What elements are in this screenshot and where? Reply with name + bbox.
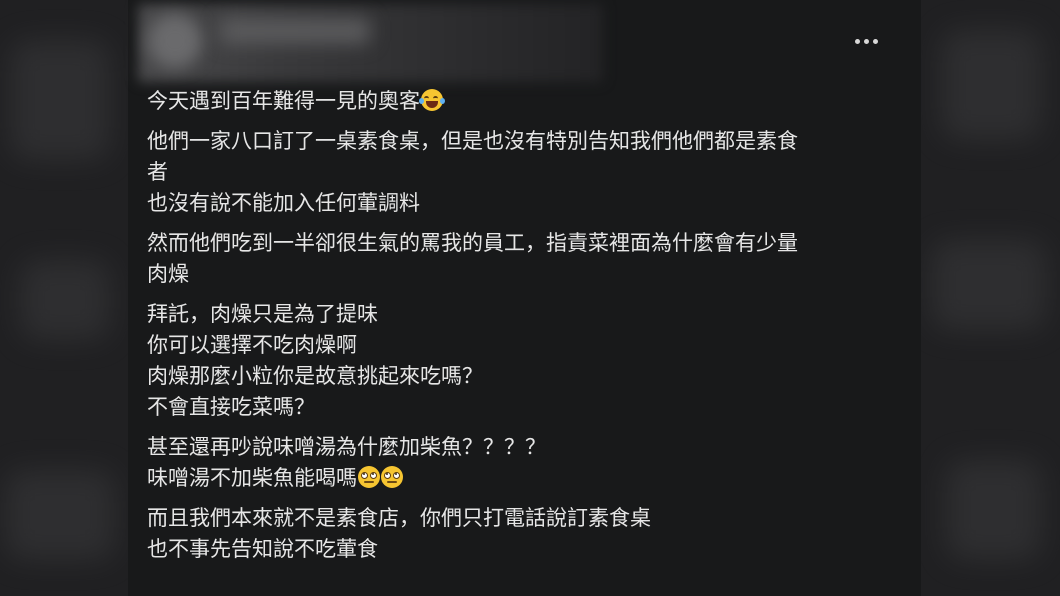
post-text: 不會直接吃菜嗎？	[147, 395, 315, 419]
avatar[interactable]	[148, 14, 202, 68]
post-text-line: 者	[147, 157, 907, 188]
post-text-line: 也不事先告知說不吃葷食	[147, 534, 907, 565]
post-text-line: 拜託，肉燥只是為了提味	[147, 299, 907, 330]
post-header-redacted	[138, 4, 603, 82]
eye-roll-emoji	[381, 466, 403, 488]
post-text-line: 不會直接吃菜嗎？	[147, 392, 907, 423]
blurred-right-panel	[921, 0, 1060, 596]
author-name-redacted[interactable]	[220, 18, 370, 44]
more-options-button[interactable]	[840, 27, 892, 55]
post-text: 肉燥	[147, 262, 189, 286]
post-text: 甚至還再吵說味噌湯為什麼加柴魚？？？？	[147, 435, 546, 459]
post-text-line: 也沒有說不能加入任何葷調料	[147, 188, 907, 219]
eye-roll-emoji	[358, 466, 380, 488]
post-paragraph: 拜託，肉燥只是為了提味 你可以選擇不吃肉燥啊肉燥那麼小粒你是故意挑起來吃嗎？ 不會直…	[147, 299, 907, 423]
post-paragraph: 然而他們吃到一半卻很生氣的罵我的員工，指責菜裡面為什麼會有少量 肉燥	[147, 228, 907, 290]
post-text-line: 而且我們本來就不是素食店，你們只打電話說訂素食桌	[147, 503, 907, 534]
post-text: 今天遇到百年難得一見的奧客	[147, 89, 420, 113]
post-text: 也不事先告知說不吃葷食	[147, 537, 378, 561]
post-text-line: 甚至還再吵說味噌湯為什麼加柴魚？？？？	[147, 432, 907, 463]
post-text-line: 肉燥	[147, 259, 907, 290]
post-text: 者	[147, 160, 168, 184]
post-text-line: 今天遇到百年難得一見的奧客	[147, 86, 907, 117]
laughing-crying-emoji	[419, 89, 445, 111]
video-frame: 今天遇到百年難得一見的奧客他們一家八口訂了一桌素食桌，但是也沒有特別告知我們他們…	[0, 0, 1060, 596]
post-text-line: 他們一家八口訂了一桌素食桌，但是也沒有特別告知我們他們都是素食	[147, 126, 907, 157]
post-text-line: 你可以選擇不吃肉燥啊	[147, 330, 907, 361]
post-text: 他們一家八口訂了一桌素食桌，但是也沒有特別告知我們他們都是素食	[147, 129, 798, 153]
more-horizontal-icon	[854, 38, 878, 44]
post-text: 你可以選擇不吃肉燥啊	[147, 333, 357, 357]
post-paragraph: 他們一家八口訂了一桌素食桌，但是也沒有特別告知我們他們都是素食者也沒有說不能加入…	[147, 126, 907, 219]
post-paragraph: 甚至還再吵說味噌湯為什麼加柴魚？？？？ 味噌湯不加柴魚能喝嗎	[147, 432, 907, 494]
post-text: 拜託，肉燥只是為了提味	[147, 302, 378, 326]
post-text-line: 肉燥那麼小粒你是故意挑起來吃嗎？	[147, 361, 907, 392]
social-post: 今天遇到百年難得一見的奧客他們一家八口訂了一桌素食桌，但是也沒有特別告知我們他們…	[128, 0, 921, 596]
post-paragraph: 而且我們本來就不是素食店，你們只打電話說訂素食桌 也不事先告知說不吃葷食	[147, 503, 907, 565]
post-paragraph: 今天遇到百年難得一見的奧客	[147, 86, 907, 117]
blurred-left-panel	[0, 0, 128, 596]
post-text: 肉燥那麼小粒你是故意挑起來吃嗎？	[147, 364, 483, 388]
post-text: 味噌湯不加柴魚能喝嗎	[147, 466, 357, 490]
post-body: 今天遇到百年難得一見的奧客他們一家八口訂了一桌素食桌，但是也沒有特別告知我們他們…	[147, 86, 907, 574]
post-text: 也沒有說不能加入任何葷調料	[147, 191, 420, 215]
post-text-line: 味噌湯不加柴魚能喝嗎	[147, 463, 907, 494]
post-text: 然而他們吃到一半卻很生氣的罵我的員工，指責菜裡面為什麼會有少量	[147, 231, 798, 255]
post-text-line: 然而他們吃到一半卻很生氣的罵我的員工，指責菜裡面為什麼會有少量	[147, 228, 907, 259]
post-text: 而且我們本來就不是素食店，你們只打電話說訂素食桌	[147, 506, 651, 530]
